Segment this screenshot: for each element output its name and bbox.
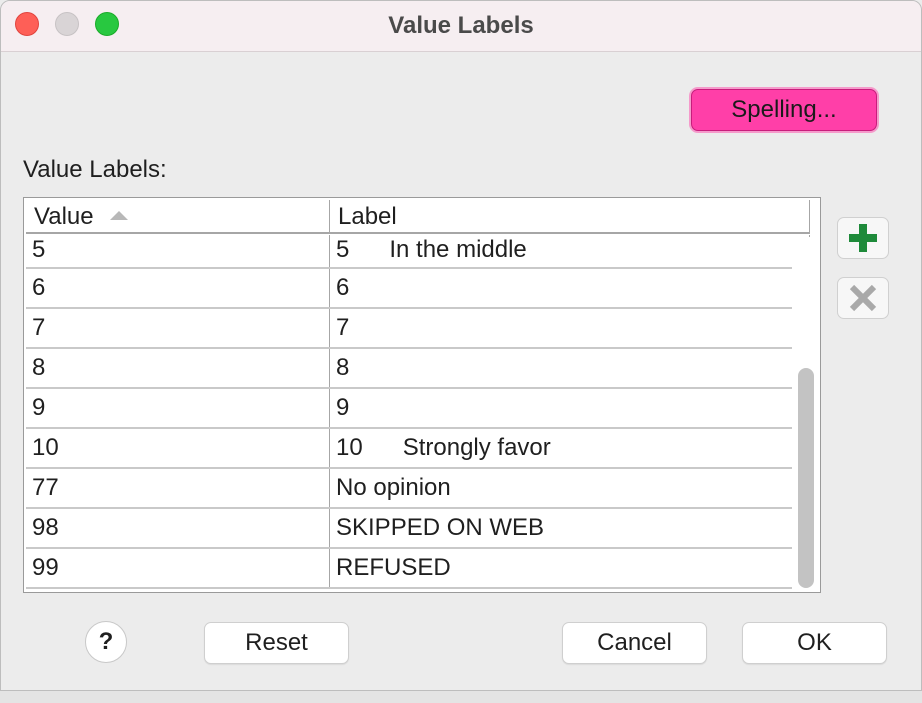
window-title: Value Labels (388, 12, 534, 39)
table-row[interactable]: 10 10 Strongly favor (26, 429, 810, 469)
value-cell[interactable]: 10 (26, 429, 330, 467)
ok-button[interactable]: OK (742, 622, 887, 664)
table-row[interactable]: 5 5 In the middle (26, 235, 810, 269)
x-icon (849, 284, 877, 312)
value-cell[interactable]: 77 (26, 469, 330, 507)
value-cell[interactable]: 9 (26, 389, 330, 427)
vertical-scrollbar-thumb[interactable] (798, 368, 814, 588)
help-button[interactable]: ? (85, 621, 127, 663)
table-row[interactable]: 99 REFUSED (26, 549, 810, 589)
label-cell[interactable]: 10 Strongly favor (330, 429, 810, 467)
cancel-button[interactable]: Cancel (562, 622, 707, 664)
label-cell[interactable]: REFUSED (330, 549, 810, 587)
table-row[interactable]: 77 No opinion (26, 469, 810, 509)
label-cell[interactable]: 9 (330, 389, 810, 427)
table-body: 5 5 In the middle 6 6 7 7 8 8 9 9 10 10 … (26, 235, 810, 589)
delete-label-button[interactable] (837, 277, 889, 319)
table-row[interactable]: 6 6 (26, 269, 810, 309)
value-cell[interactable]: 5 (26, 235, 330, 267)
value-labels-dialog: Value Labels Spelling... Value Labels: V… (0, 0, 922, 692)
value-cell[interactable]: 8 (26, 349, 330, 387)
table-row[interactable]: 8 8 (26, 349, 810, 389)
column-header-label-text: Label (338, 203, 397, 230)
value-cell[interactable]: 6 (26, 269, 330, 307)
title-bar: Value Labels (1, 1, 921, 52)
value-labels-heading: Value Labels: (23, 156, 167, 183)
reset-button[interactable]: Reset (204, 622, 349, 664)
column-header-value-label: Value (34, 203, 94, 230)
value-cell[interactable]: 99 (26, 549, 330, 587)
spelling-button[interactable]: Spelling... (691, 89, 877, 131)
add-label-button[interactable] (837, 217, 889, 259)
label-cell[interactable]: 5 In the middle (330, 235, 810, 267)
column-header-label[interactable]: Label (330, 200, 810, 232)
label-cell[interactable]: SKIPPED ON WEB (330, 509, 810, 547)
table-row[interactable]: 98 SKIPPED ON WEB (26, 509, 810, 549)
value-cell[interactable]: 98 (26, 509, 330, 547)
label-cell[interactable]: 8 (330, 349, 810, 387)
value-cell[interactable]: 7 (26, 309, 330, 347)
table-header: Value Label (26, 200, 810, 234)
label-cell[interactable]: 6 (330, 269, 810, 307)
label-cell[interactable]: 7 (330, 309, 810, 347)
sort-ascending-icon (109, 211, 128, 220)
table-row[interactable]: 7 7 (26, 309, 810, 349)
column-header-value[interactable]: Value (26, 200, 330, 232)
background-window-edge (0, 690, 922, 703)
table-row[interactable]: 9 9 (26, 389, 810, 429)
value-labels-table: Value Label 5 5 In the middle 6 6 7 7 8 … (23, 197, 821, 593)
plus-icon (849, 224, 877, 252)
label-cell[interactable]: No opinion (330, 469, 810, 507)
